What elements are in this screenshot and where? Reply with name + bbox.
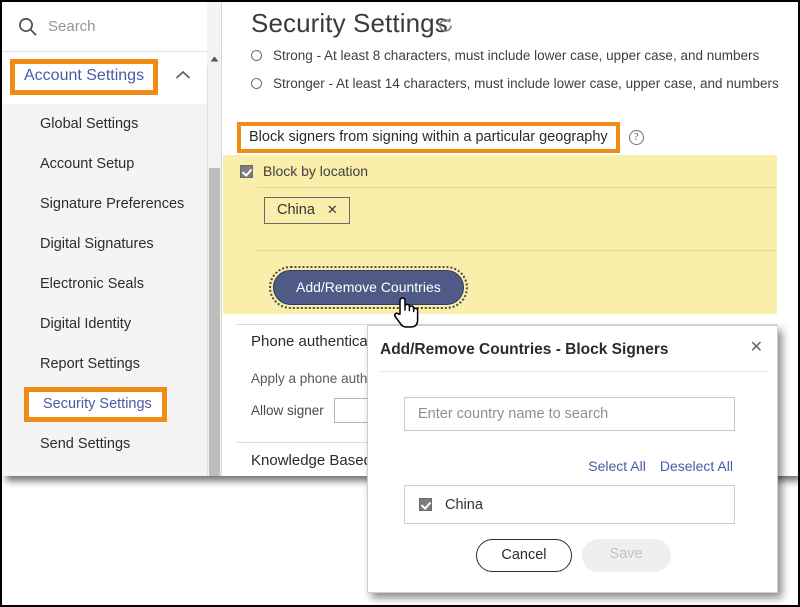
password-option-label: Strong - At least 8 characters, must inc…: [273, 48, 760, 63]
sidebar-scrollbar-thumb[interactable]: [209, 168, 220, 476]
sidebar-item-digital-signatures[interactable]: Digital Signatures: [2, 224, 207, 264]
password-option-label: Stronger - At least 14 characters, must …: [273, 76, 779, 91]
search-icon: [18, 17, 37, 36]
dialog-footer: Cancel Save: [368, 539, 779, 572]
sidebar-item-signature-preferences[interactable]: Signature Preferences: [2, 184, 207, 224]
sidebar-item-security-settings[interactable]: Security Settings: [2, 384, 207, 424]
block-by-location-row[interactable]: Block by location: [240, 163, 368, 179]
page-title: Security Settings: [251, 8, 448, 38]
add-remove-countries-button[interactable]: Add/Remove Countries: [269, 266, 468, 309]
sidebar-item-label: Report Settings: [40, 356, 140, 372]
sidebar-item-label: Digital Signatures: [40, 236, 154, 252]
close-icon[interactable]: ✕: [750, 340, 763, 356]
password-option-strong[interactable]: Strong - At least 8 characters, must inc…: [251, 48, 759, 63]
caret-up-icon[interactable]: [207, 52, 221, 66]
search-bar[interactable]: [2, 2, 207, 52]
radio-icon[interactable]: [251, 50, 262, 61]
sidebar-item-global-settings[interactable]: Global Settings: [2, 104, 207, 144]
password-option-stronger[interactable]: Stronger - At least 14 characters, must …: [251, 76, 779, 91]
search-input[interactable]: [48, 18, 188, 35]
sidebar-item-label: Global Settings: [40, 116, 139, 132]
country-label: China: [445, 496, 483, 513]
country-token[interactable]: China ✕: [264, 197, 350, 224]
dialog-title: Add/Remove Countries - Block Signers: [380, 341, 669, 358]
sidebar-item-send-settings[interactable]: Send Settings: [2, 424, 207, 464]
sidebar-item-label: Digital Identity: [40, 316, 132, 332]
sidebar-item-label: Send Settings: [40, 436, 131, 452]
question-mark-icon[interactable]: ?: [628, 130, 644, 145]
kba-heading: Knowledge Based: [251, 452, 372, 469]
band-divider: [257, 187, 777, 188]
deselect-all-link[interactable]: Deselect All: [660, 458, 733, 474]
select-all-link[interactable]: Select All: [588, 458, 646, 474]
sidebar-item-label: Security Settings: [24, 386, 167, 422]
allow-signer-label: Allow signer: [251, 403, 324, 418]
country-token-label: China: [277, 202, 315, 218]
screenshot-root: Account Settings Global Settings Account…: [0, 0, 800, 607]
sidebar-item-electronic-seals[interactable]: Electronic Seals: [2, 264, 207, 304]
sidebar-item-label: Electronic Seals: [40, 276, 144, 292]
geography-heading-label: Block signers from signing within a part…: [237, 122, 620, 153]
blocked-countries-field[interactable]: China ✕: [257, 189, 777, 249]
close-icon[interactable]: ✕: [327, 202, 338, 218]
sidebar-item-label: Account Setup: [40, 156, 135, 172]
block-by-location-label: Block by location: [263, 163, 369, 179]
phone-auth-description: Apply a phone auth: [251, 371, 368, 386]
cancel-button[interactable]: Cancel: [476, 539, 572, 572]
sidebar: Account Settings Global Settings Account…: [2, 2, 222, 476]
save-button: Save: [581, 539, 671, 572]
geography-section-heading: Block signers from signing within a part…: [237, 122, 644, 153]
account-settings-label[interactable]: Account Settings: [10, 59, 159, 95]
band-divider: [257, 250, 777, 251]
sidebar-nav-list: Global Settings Account Setup Signature …: [2, 104, 207, 464]
sidebar-item-report-settings[interactable]: Report Settings: [2, 344, 207, 384]
sidebar-item-digital-identity[interactable]: Digital Identity: [2, 304, 207, 344]
refresh-icon[interactable]: [437, 17, 454, 34]
country-checkbox[interactable]: [419, 498, 432, 511]
country-search-input[interactable]: [404, 397, 735, 431]
radio-icon[interactable]: [251, 78, 262, 89]
add-remove-countries-dialog: Add/Remove Countries - Block Signers ✕ S…: [367, 325, 778, 593]
chevron-up-icon[interactable]: [175, 70, 191, 80]
account-settings-row[interactable]: Account Settings: [2, 52, 207, 104]
dialog-divider: [380, 371, 767, 372]
select-links: Select All Deselect All: [588, 458, 733, 474]
sidebar-item-account-setup[interactable]: Account Setup: [2, 144, 207, 184]
phone-auth-heading: Phone authentica: [251, 333, 368, 350]
sidebar-item-label: Signature Preferences: [40, 196, 185, 212]
country-list-item[interactable]: China: [404, 485, 735, 524]
block-by-location-checkbox[interactable]: [240, 164, 253, 178]
